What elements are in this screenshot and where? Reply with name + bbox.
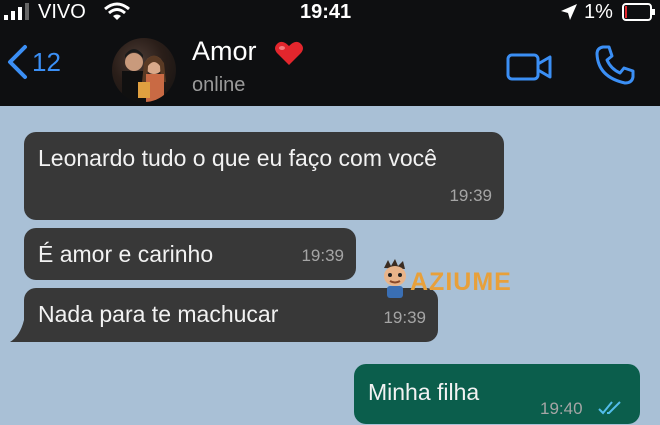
chat-area: Leonardo tudo o que eu faço com você 19:…: [0, 106, 660, 424]
message-text: Leonardo tudo o que eu faço com você: [38, 145, 437, 171]
location-arrow-icon: [560, 3, 578, 26]
battery-icon: [622, 3, 656, 26]
double-check-icon: [598, 392, 624, 425]
message-time: 19:39: [449, 186, 492, 205]
voice-call-button[interactable]: [594, 44, 636, 91]
message-text: Nada para te machucar: [38, 301, 279, 327]
message-bubble-incoming[interactable]: Nada para te machucar 19:39: [24, 288, 438, 342]
contact-online-status: online: [192, 74, 246, 96]
chevron-left-icon: [8, 45, 27, 79]
contact-avatar[interactable]: [112, 38, 176, 102]
contact-name[interactable]: Amor: [192, 36, 257, 67]
mascot-logo-icon: [378, 258, 412, 305]
chat-header: 12 Amor online: [0, 24, 660, 106]
message-bubble-outgoing[interactable]: Minha filha 19:40: [354, 364, 640, 424]
unread-count: 12: [32, 46, 61, 77]
heart-emoji-icon: [274, 40, 304, 71]
message-time: 19:40: [540, 399, 583, 418]
watermark-logo-text: AZIUME: [410, 268, 512, 296]
signal-icon: [4, 3, 34, 26]
back-button[interactable]: 12: [6, 44, 61, 80]
status-time: 19:41: [300, 1, 352, 23]
carrier-name: VIVO: [38, 1, 86, 23]
video-camera-icon: [506, 53, 552, 81]
status-bar: VIVO 19:41 1%: [0, 0, 660, 24]
message-time: 19:39: [301, 246, 344, 265]
phone-icon: [595, 45, 635, 85]
video-call-button[interactable]: [506, 52, 552, 87]
message-bubble-incoming[interactable]: É amor e carinho 19:39: [24, 228, 356, 280]
message-text: É amor e carinho: [38, 241, 214, 267]
message-bubble-incoming[interactable]: Leonardo tudo o que eu faço com você 19:…: [24, 132, 504, 220]
message-text: Minha filha: [368, 379, 480, 405]
message-time: 19:39: [383, 308, 426, 327]
battery-percent: 1%: [584, 1, 613, 23]
